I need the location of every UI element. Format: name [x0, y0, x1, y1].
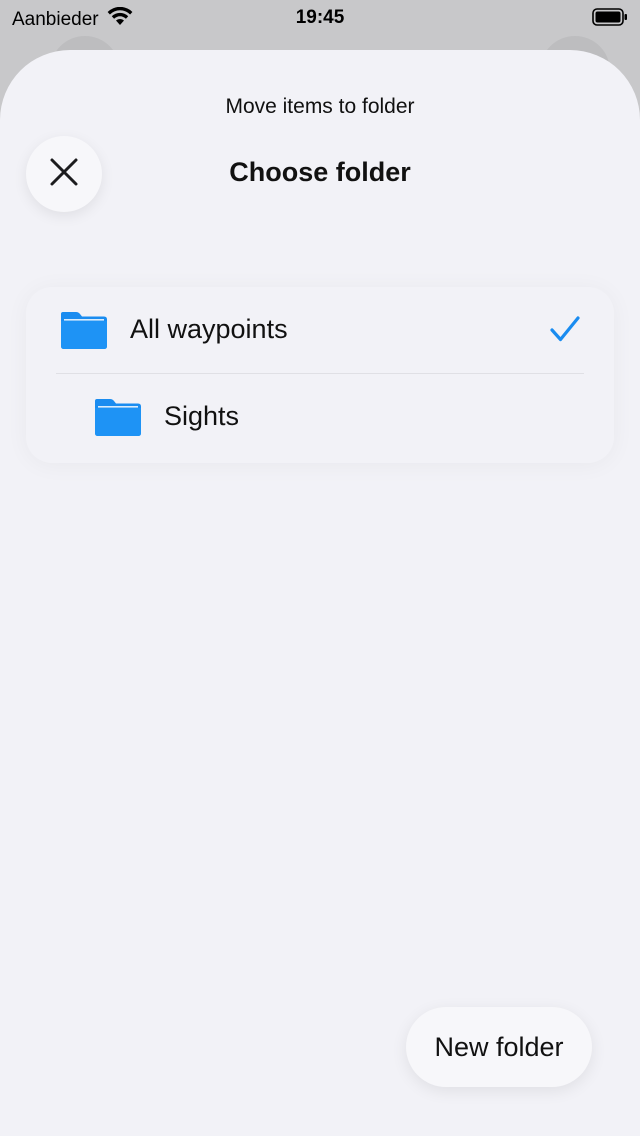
choose-folder-sheet: Move items to folder Choose folder All w… [0, 50, 640, 1136]
folder-list: All waypoints Sights [26, 287, 614, 463]
status-time: 19:45 [295, 7, 345, 28]
folder-label: Sights [164, 401, 240, 431]
new-folder-button[interactable]: New folder [406, 1007, 592, 1087]
screen: Aanbieder 19:45 Move items to folder Cho… [0, 0, 640, 1136]
battery-icon [592, 8, 628, 26]
folder-icon [59, 310, 109, 350]
folder-row-all-waypoints[interactable]: All waypoints [26, 287, 614, 373]
sheet-subtitle: Move items to folder [225, 95, 415, 118]
folder-label: All waypoints [130, 314, 288, 344]
close-button[interactable] [26, 136, 102, 212]
row-divider [56, 373, 584, 374]
folder-row-sights[interactable]: Sights [26, 375, 614, 461]
folder-icon [93, 397, 143, 437]
status-bar: Aanbieder 19:45 [0, 0, 640, 36]
close-icon [49, 157, 79, 192]
checkmark-icon [550, 315, 580, 343]
